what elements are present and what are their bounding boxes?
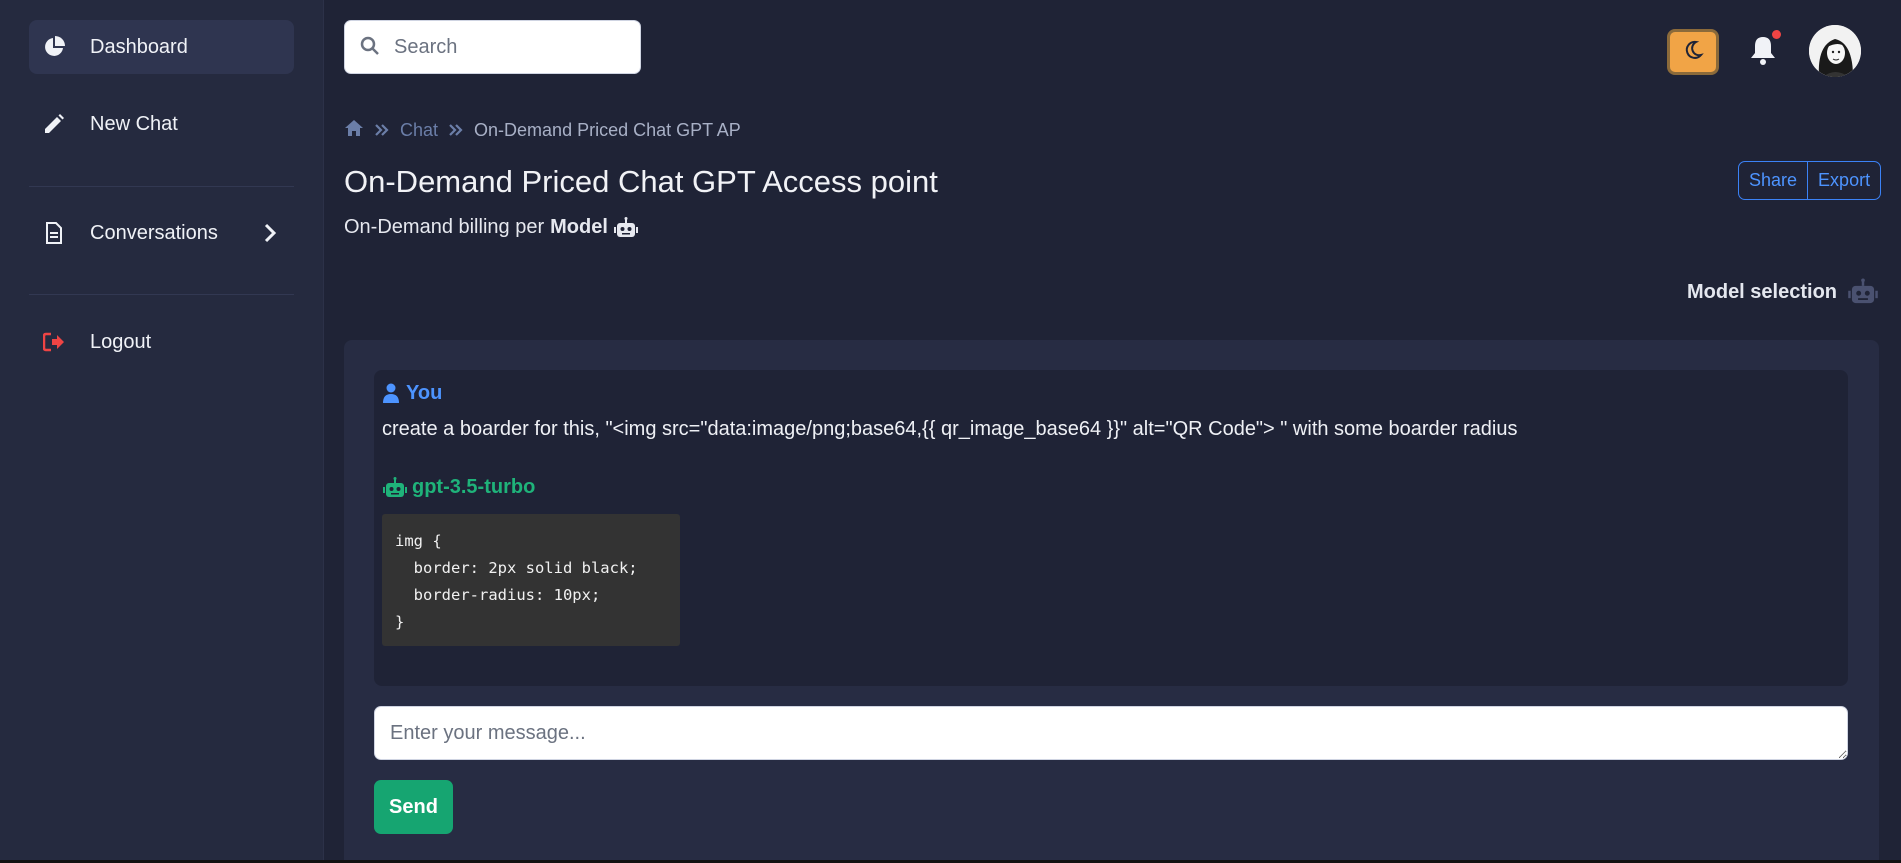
breadcrumb-current: On-Demand Priced Chat GPT AP	[474, 119, 741, 140]
avatar[interactable]	[1809, 25, 1861, 77]
double-chevron-icon	[374, 122, 390, 138]
sidebar-item-dashboard[interactable]: Dashboard	[29, 20, 294, 74]
page-title: On-Demand Priced Chat GPT Access point	[344, 164, 938, 199]
breadcrumb: Chat On-Demand Priced Chat GPT AP	[344, 118, 741, 142]
robot-icon	[1847, 278, 1879, 306]
sidebar-item-logout[interactable]: Logout	[29, 315, 294, 369]
user-icon	[382, 383, 402, 405]
double-chevron-icon	[448, 122, 464, 138]
sidebar-item-new-chat[interactable]: New Chat	[29, 97, 294, 151]
page-subtitle: On-Demand billing per Model	[344, 216, 639, 239]
notifications-button[interactable]	[1748, 34, 1778, 66]
sidebar: Dashboard New Chat Conversations Logout	[0, 0, 324, 863]
logout-icon	[42, 330, 66, 354]
subtitle-bold: Model	[550, 216, 608, 238]
bot-name: gpt-3.5-turbo	[412, 476, 536, 498]
document-icon	[42, 221, 66, 245]
code-block: img { border: 2px solid black; border-ra…	[382, 514, 680, 646]
search-input[interactable]	[394, 35, 624, 59]
divider	[29, 186, 294, 187]
bot-message-header: gpt-3.5-turbo	[382, 476, 535, 499]
chat-panel: You create a boarder for this, "<img src…	[344, 340, 1879, 863]
model-selection[interactable]: Model selection	[1687, 278, 1879, 306]
sidebar-item-label: Dashboard	[90, 35, 188, 58]
export-button[interactable]: Export	[1807, 162, 1880, 199]
subtitle-text: On-Demand billing per	[344, 216, 545, 238]
notification-badge	[1772, 30, 1781, 39]
divider	[29, 294, 294, 295]
breadcrumb-link-chat[interactable]: Chat	[400, 120, 438, 141]
sidebar-item-label: New Chat	[90, 112, 178, 135]
search-box[interactable]	[344, 20, 641, 74]
user-name: You	[406, 382, 443, 404]
sidebar-item-conversations[interactable]: Conversations	[29, 206, 294, 260]
robot-icon	[613, 216, 639, 239]
chevron-right-icon	[258, 221, 282, 245]
user-message-text: create a boarder for this, "<img src="da…	[382, 418, 1518, 440]
pencil-icon	[42, 112, 66, 136]
theme-toggle-button[interactable]	[1667, 29, 1719, 75]
search-icon	[360, 36, 382, 58]
model-selection-label: Model selection	[1686, 280, 1837, 303]
user-message-header: You	[382, 382, 442, 405]
sidebar-item-label: Logout	[90, 330, 152, 353]
share-export-group: Share Export	[1738, 161, 1882, 200]
send-button[interactable]: Send	[374, 780, 453, 834]
home-icon[interactable]	[344, 119, 364, 142]
sidebar-item-label: Conversations	[90, 221, 218, 244]
share-button[interactable]: Share	[1739, 162, 1807, 199]
pie-chart-icon	[42, 35, 66, 59]
bell-icon	[1748, 37, 1778, 70]
message-list: You create a boarder for this, "<img src…	[374, 370, 1848, 686]
moon-icon	[1682, 39, 1704, 66]
robot-icon	[382, 476, 408, 499]
message-input[interactable]	[374, 706, 1848, 760]
